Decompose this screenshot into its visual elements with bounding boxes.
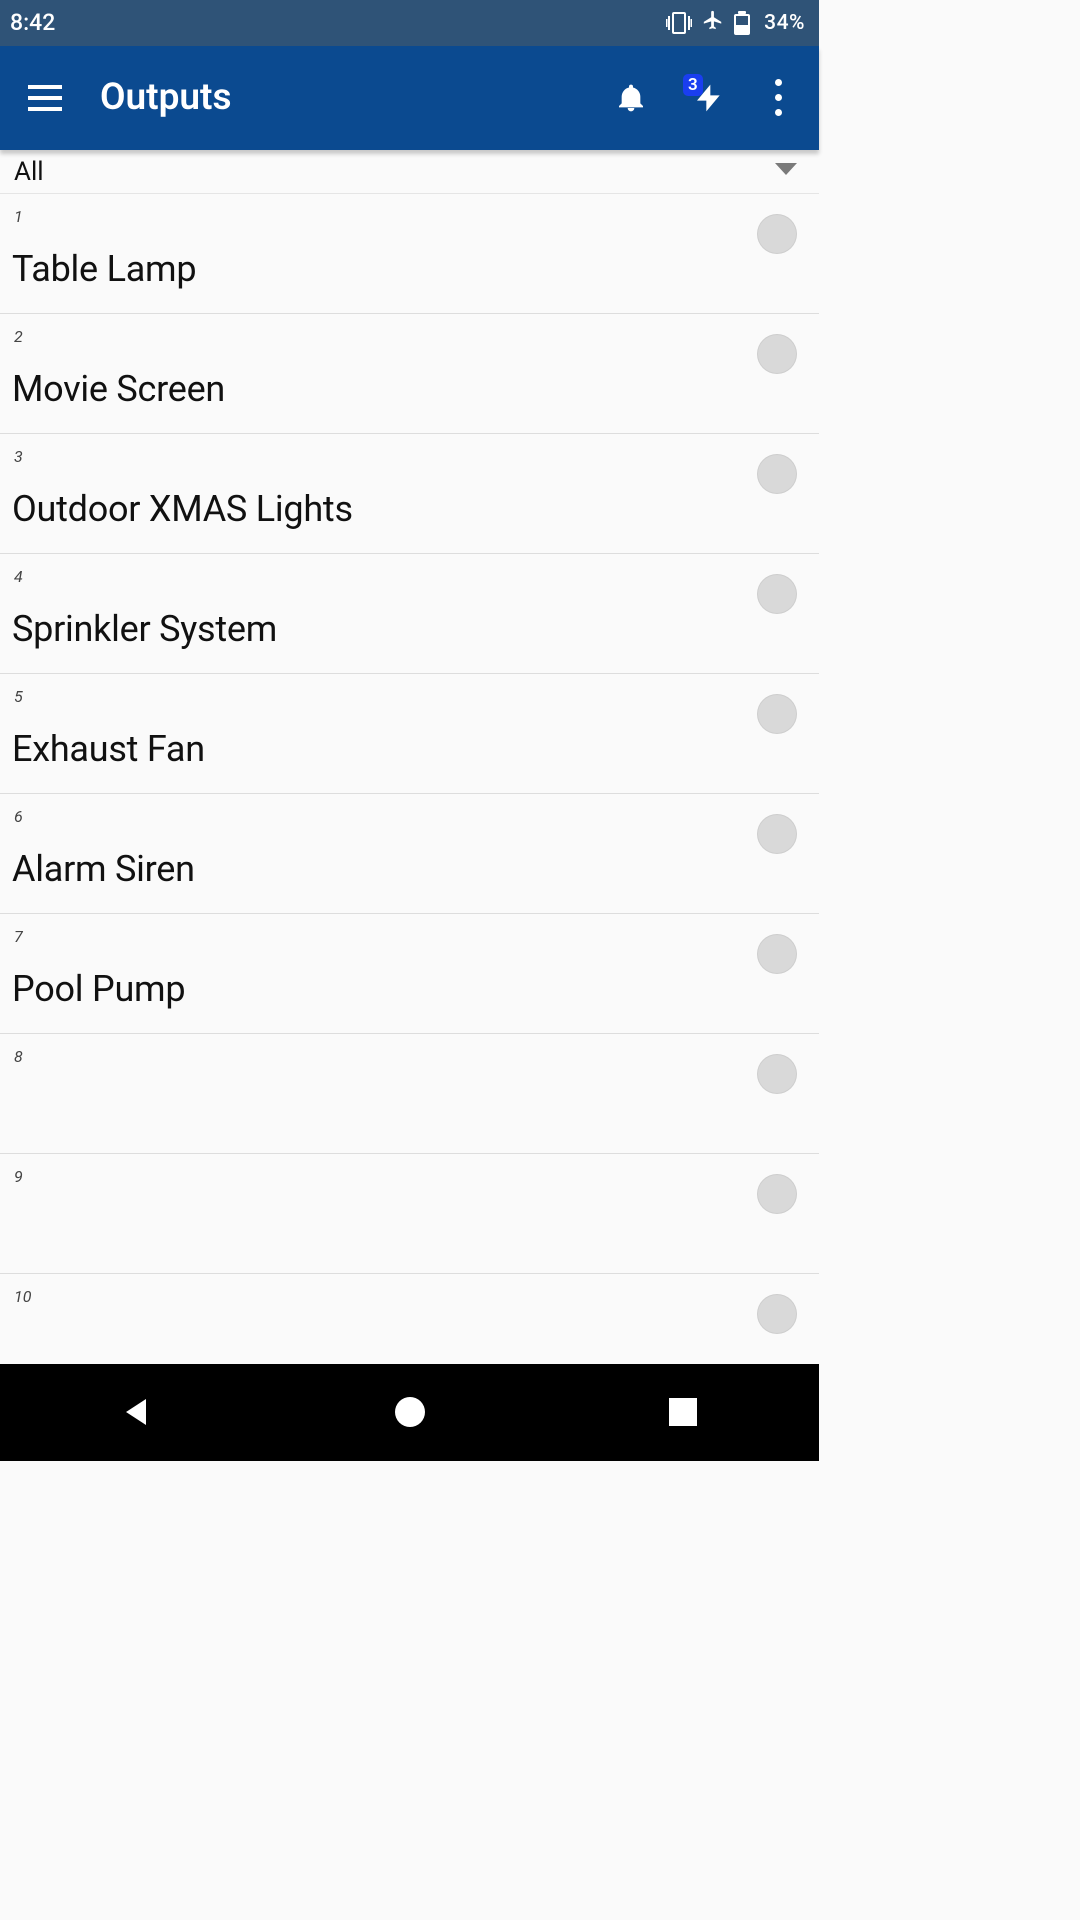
output-row[interactable]: 10 bbox=[0, 1274, 819, 1364]
chevron-down-icon bbox=[775, 162, 797, 181]
output-index: 1 bbox=[14, 208, 36, 226]
output-index: 7 bbox=[14, 928, 36, 946]
battery-icon bbox=[734, 11, 750, 35]
output-toggle[interactable] bbox=[757, 334, 797, 374]
notifications-icon[interactable] bbox=[601, 68, 661, 128]
output-name: Movie Screen bbox=[12, 368, 225, 410]
status-bar: 8:42 34% bbox=[0, 0, 819, 46]
output-row[interactable]: 3 Outdoor XMAS Lights bbox=[0, 434, 819, 554]
output-toggle[interactable] bbox=[757, 214, 797, 254]
output-row[interactable]: 1 Table Lamp bbox=[0, 194, 819, 314]
output-row[interactable]: 9 bbox=[0, 1154, 819, 1274]
system-nav-bar bbox=[0, 1364, 819, 1461]
output-toggle[interactable] bbox=[757, 574, 797, 614]
output-index: 4 bbox=[14, 568, 36, 586]
output-toggle[interactable] bbox=[757, 814, 797, 854]
output-index: 5 bbox=[14, 688, 36, 706]
output-index: 3 bbox=[14, 448, 36, 466]
nav-recent-button[interactable] bbox=[623, 1382, 743, 1442]
output-name: Sprinkler System bbox=[12, 608, 277, 650]
airplane-mode-icon bbox=[702, 9, 724, 37]
battery-percentage: 34% bbox=[764, 11, 805, 35]
more-icon[interactable] bbox=[753, 68, 803, 128]
filter-label: All bbox=[14, 157, 44, 187]
output-toggle[interactable] bbox=[757, 454, 797, 494]
output-name: Alarm Siren bbox=[12, 848, 195, 890]
output-toggle[interactable] bbox=[757, 1294, 797, 1334]
filter-dropdown[interactable]: All bbox=[0, 150, 819, 194]
events-icon[interactable]: 3 bbox=[679, 68, 739, 128]
app-bar: Outputs 3 bbox=[0, 46, 819, 150]
output-index: 6 bbox=[14, 808, 36, 826]
output-toggle[interactable] bbox=[757, 934, 797, 974]
output-row[interactable]: 8 bbox=[0, 1034, 819, 1154]
nav-home-button[interactable] bbox=[350, 1382, 470, 1442]
output-index: 2 bbox=[14, 328, 36, 346]
status-clock: 8:42 bbox=[10, 9, 55, 36]
output-toggle[interactable] bbox=[757, 1054, 797, 1094]
output-row[interactable]: 6 Alarm Siren bbox=[0, 794, 819, 914]
output-index: 10 bbox=[14, 1288, 36, 1306]
output-row[interactable]: 5 Exhaust Fan bbox=[0, 674, 819, 794]
output-row[interactable]: 2 Movie Screen bbox=[0, 314, 819, 434]
outputs-list: 1 Table Lamp 2 Movie Screen 3 Outdoor XM… bbox=[0, 194, 819, 1364]
output-row[interactable]: 4 Sprinkler System bbox=[0, 554, 819, 674]
app-title: Outputs bbox=[100, 76, 232, 119]
output-index: 8 bbox=[14, 1048, 36, 1066]
output-toggle[interactable] bbox=[757, 1174, 797, 1214]
output-toggle[interactable] bbox=[757, 694, 797, 734]
vibrate-icon bbox=[666, 12, 692, 34]
nav-back-button[interactable] bbox=[77, 1382, 197, 1442]
output-name: Exhaust Fan bbox=[12, 728, 205, 770]
output-name: Pool Pump bbox=[12, 968, 185, 1010]
output-name: Outdoor XMAS Lights bbox=[12, 488, 353, 530]
menu-icon[interactable] bbox=[22, 75, 68, 121]
events-badge: 3 bbox=[683, 74, 703, 96]
output-row[interactable]: 7 Pool Pump bbox=[0, 914, 819, 1034]
output-name: Table Lamp bbox=[12, 248, 196, 290]
output-index: 9 bbox=[14, 1168, 36, 1186]
